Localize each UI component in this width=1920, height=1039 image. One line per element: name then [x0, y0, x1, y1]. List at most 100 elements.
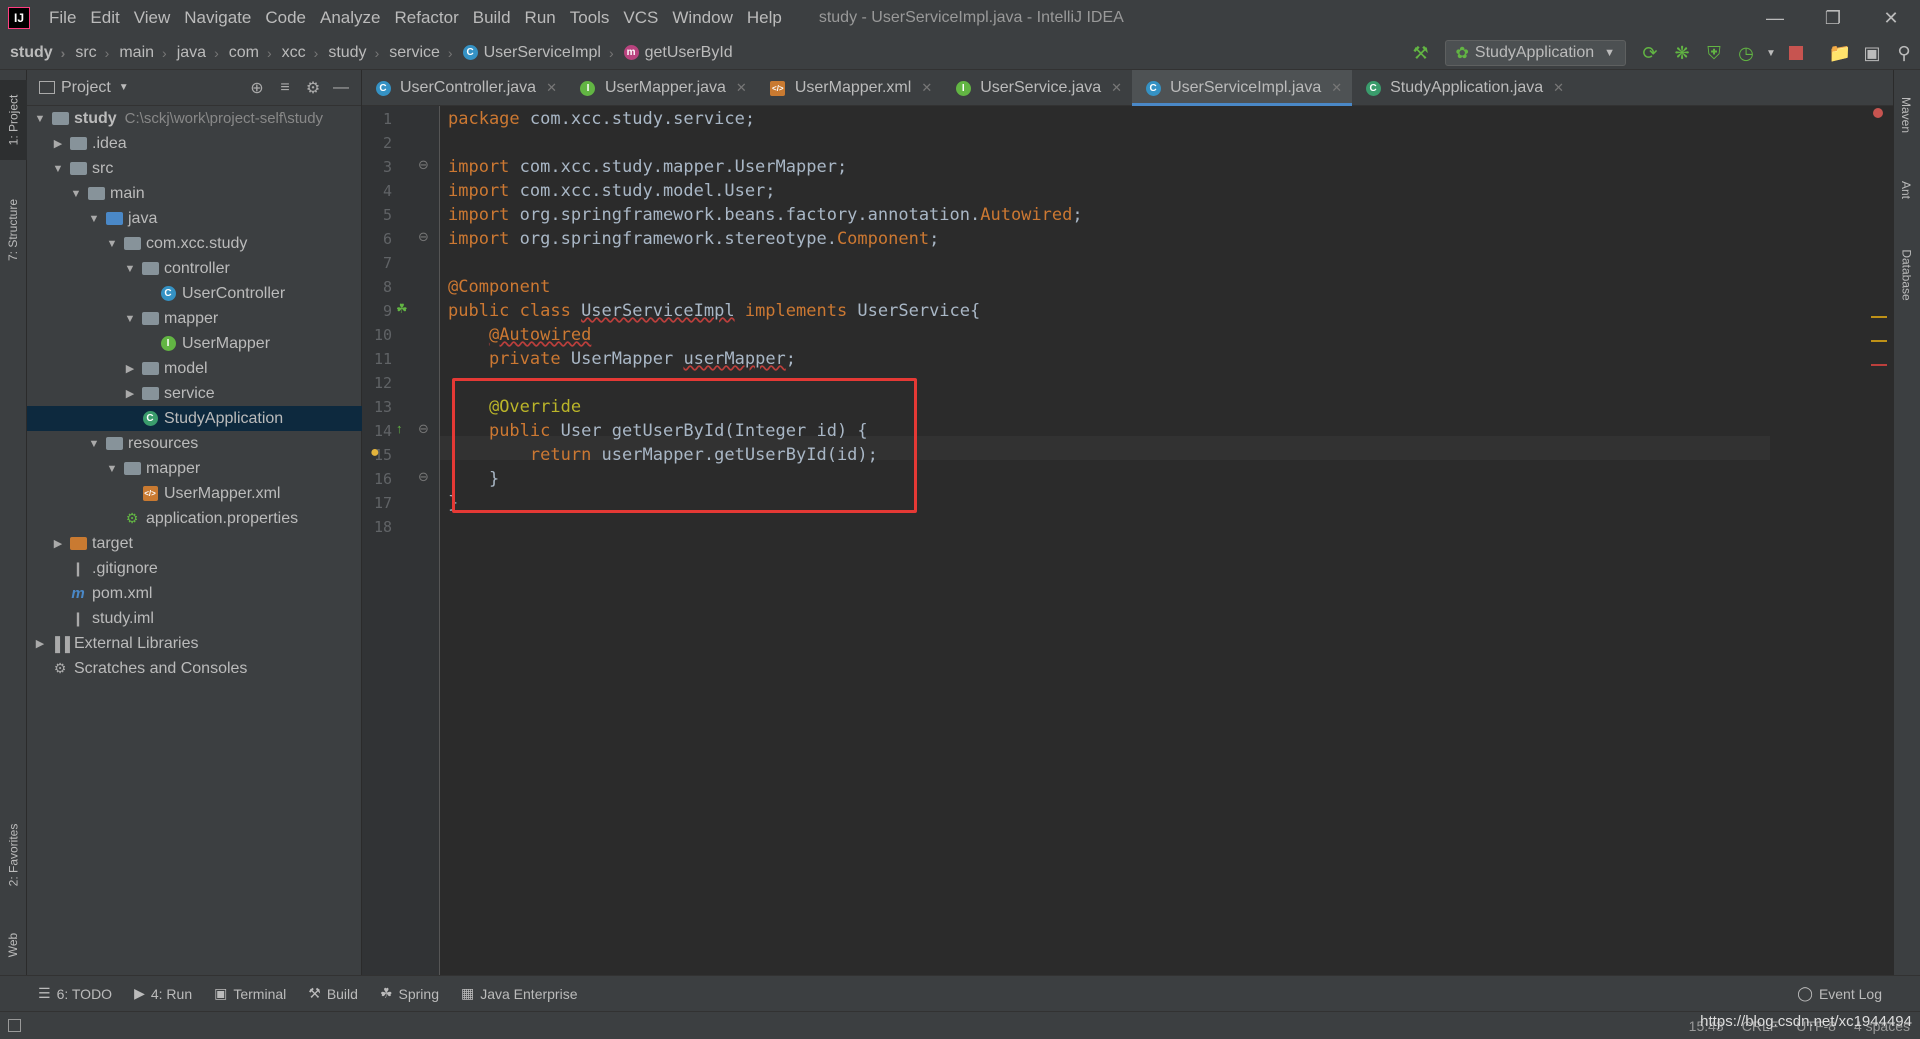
tool-tab-maven[interactable]: Maven [1893, 80, 1920, 150]
fold-icon[interactable]: ⊖ [418, 229, 429, 245]
tool-tab-java-enterprise[interactable]: ▦ Java Enterprise [461, 985, 578, 1002]
tree-item[interactable]: ▶ service [27, 381, 362, 406]
tree-item[interactable]: ❙ .gitignore [27, 556, 362, 581]
breadcrumb-item[interactable]: study › [318, 44, 379, 62]
expand-right-icon[interactable]: ▶ [123, 387, 137, 400]
close-tab-icon[interactable]: ✕ [1111, 80, 1122, 96]
menu-window[interactable]: Window [665, 8, 739, 28]
tree-item[interactable]: ▼ main [27, 181, 362, 206]
tree-item[interactable]: ⚙ application.properties [27, 506, 362, 531]
dropdown-icon[interactable]: ▼ [1764, 39, 1778, 67]
close-tab-icon[interactable]: ✕ [736, 80, 747, 96]
project-structure-icon[interactable]: 📁 [1826, 39, 1854, 67]
breadcrumb-item[interactable]: main › [109, 44, 166, 62]
tool-tab-ant[interactable]: Ant [1893, 165, 1920, 215]
restore-icon[interactable]: ❐ [1804, 0, 1862, 36]
menu-file[interactable]: File [42, 8, 83, 28]
tree-item[interactable]: </> UserMapper.xml [27, 481, 362, 506]
tree-item[interactable]: ▶ .idea [27, 131, 362, 156]
tool-tab-run[interactable]: ▶ 4: Run [134, 985, 192, 1002]
profile-icon[interactable]: ◷ [1732, 39, 1760, 67]
tool-tab-favorites[interactable]: 2: Favorites [0, 800, 27, 910]
menu-navigate[interactable]: Navigate [177, 8, 258, 28]
menu-build[interactable]: Build [466, 8, 518, 28]
implements-method-icon[interactable]: ↑ [396, 421, 403, 436]
breadcrumb-item[interactable]: study › [0, 44, 65, 62]
breadcrumb-item[interactable]: m getUserById [614, 44, 733, 62]
tree-item[interactable]: ▼ java [27, 206, 362, 231]
menu-refactor[interactable]: Refactor [387, 8, 465, 28]
tree-item[interactable]: C StudyApplication [27, 406, 362, 431]
tree-item[interactable]: I UserMapper [27, 331, 362, 356]
expand-right-icon[interactable]: ▶ [33, 637, 47, 650]
hide-panel-icon[interactable]: — [327, 74, 355, 102]
menu-edit[interactable]: Edit [83, 8, 126, 28]
tree-item[interactable]: ▼ src [27, 156, 362, 181]
rerun-icon[interactable]: ⟳ [1636, 39, 1664, 67]
tree-item[interactable]: ▼ controller [27, 256, 362, 281]
tree-item[interactable]: ▶ target [27, 531, 362, 556]
editor-tab[interactable]: C UserController.java ✕ [362, 70, 567, 106]
tool-tab-terminal[interactable]: ▣ Terminal [214, 985, 286, 1002]
menu-code[interactable]: Code [258, 8, 313, 28]
code-editor[interactable]: package com.xcc.study.service; import com… [370, 106, 1893, 975]
tool-tab-build[interactable]: ⚒ Build [308, 985, 358, 1002]
menu-tools[interactable]: Tools [563, 8, 617, 28]
expand-right-icon[interactable]: ▶ [51, 537, 65, 550]
tool-tab-project[interactable]: 1: Project [0, 80, 27, 160]
fold-icon[interactable]: ⊖ [418, 421, 429, 437]
breadcrumb-item[interactable]: java › [167, 44, 219, 62]
editor-tab[interactable]: I UserMapper.java ✕ [567, 70, 757, 106]
run-config-select[interactable]: ✿ StudyApplication ▼ [1444, 40, 1626, 66]
close-tab-icon[interactable]: ✕ [921, 80, 932, 96]
tool-tab-spring[interactable]: ☘ Spring [380, 985, 439, 1002]
menu-run[interactable]: Run [518, 8, 563, 28]
locate-icon[interactable]: ⊕ [243, 74, 271, 102]
tree-item[interactable]: ▼ mapper [27, 456, 362, 481]
breadcrumb-item[interactable]: service › [379, 44, 452, 62]
expand-right-icon[interactable]: ▶ [51, 137, 65, 150]
debug-icon[interactable]: ❋ [1668, 39, 1696, 67]
tree-item[interactable]: ▼ resources [27, 431, 362, 456]
build-hammer-icon[interactable]: ⚒ [1407, 39, 1435, 67]
tree-item[interactable]: ❙ study.iml [27, 606, 362, 631]
lightbulb-icon[interactable]: ● [370, 444, 380, 462]
editor-tab[interactable]: C StudyApplication.java ✕ [1352, 70, 1574, 106]
menu-help[interactable]: Help [740, 8, 789, 28]
breadcrumb-item[interactable]: com › [219, 44, 272, 62]
spring-bean-icon[interactable]: ☘ [396, 301, 408, 317]
event-log-button[interactable]: ◯ Event Log [1797, 985, 1882, 1002]
expand-down-icon[interactable]: ▼ [87, 438, 101, 450]
expand-down-icon[interactable]: ▼ [69, 188, 83, 200]
chevron-down-icon[interactable]: ▼ [119, 82, 129, 93]
stop-icon[interactable] [1782, 39, 1810, 67]
expand-down-icon[interactable]: ▼ [105, 238, 119, 250]
tool-tab-web[interactable]: Web [0, 920, 27, 970]
tool-tab-database[interactable]: Database [1893, 230, 1920, 320]
expand-right-icon[interactable]: ▶ [123, 362, 137, 375]
tool-tab-todo[interactable]: ☰ 6: TODO [38, 985, 112, 1002]
close-tab-icon[interactable]: ✕ [546, 80, 557, 96]
expand-down-icon[interactable]: ▼ [51, 163, 65, 175]
expand-down-icon[interactable]: ▼ [87, 213, 101, 225]
tree-item[interactable]: C UserController [27, 281, 362, 306]
close-icon[interactable]: ✕ [1862, 0, 1920, 36]
tree-item[interactable]: ▼ study C:\sckj\work\project-self\study [27, 106, 362, 131]
fold-icon[interactable]: ⊖ [418, 469, 429, 485]
collapse-all-icon[interactable]: ≡ [271, 74, 299, 102]
menu-analyze[interactable]: Analyze [313, 8, 387, 28]
tool-tab-structure[interactable]: 7: Structure [0, 180, 27, 280]
presentation-icon[interactable]: ▣ [1858, 39, 1886, 67]
close-tab-icon[interactable]: ✕ [1553, 80, 1564, 96]
tree-item[interactable]: ▼ mapper [27, 306, 362, 331]
tree-item[interactable]: ▶ model [27, 356, 362, 381]
expand-down-icon[interactable]: ▼ [123, 263, 137, 275]
fold-icon[interactable]: ⊖ [418, 157, 429, 173]
expand-down-icon[interactable]: ▼ [105, 463, 119, 475]
tree-item[interactable]: m pom.xml [27, 581, 362, 606]
editor-tab[interactable]: C UserServiceImpl.java ✕ [1132, 70, 1353, 106]
expand-down-icon[interactable]: ▼ [33, 113, 47, 125]
minimize-icon[interactable]: — [1746, 0, 1804, 36]
menu-vcs[interactable]: VCS [616, 8, 665, 28]
hide-tools-icon[interactable] [8, 1019, 21, 1032]
